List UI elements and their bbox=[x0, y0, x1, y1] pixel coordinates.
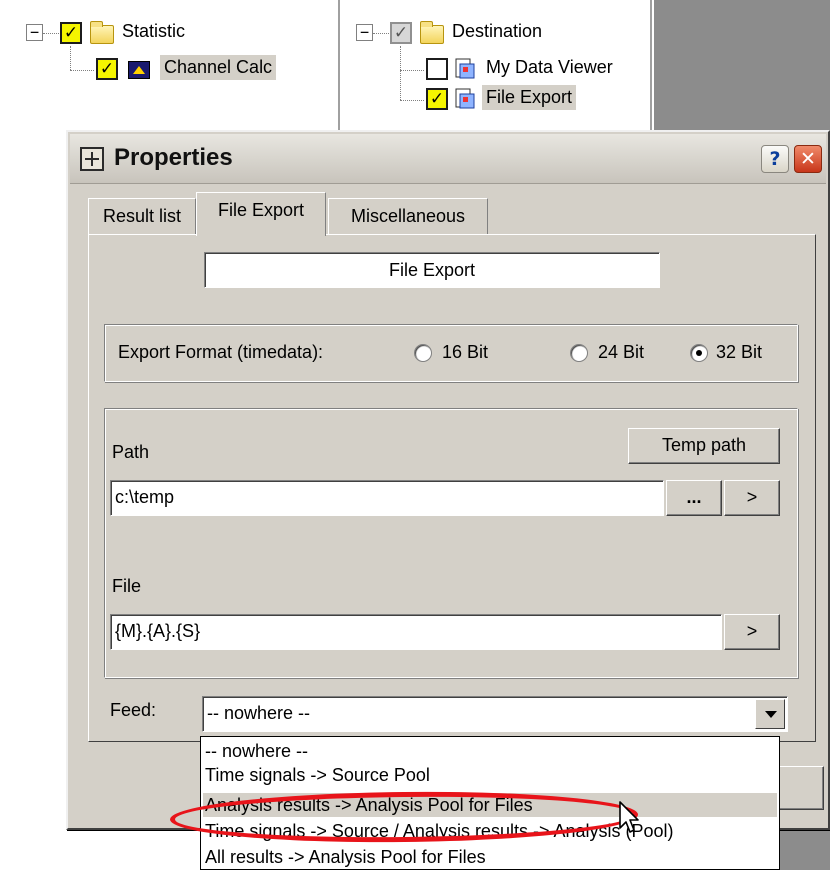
properties-icon bbox=[80, 147, 104, 171]
data-viewer-icon bbox=[455, 58, 475, 79]
radio-32-bit-label[interactable]: 32 Bit bbox=[716, 342, 762, 363]
tab-file-export[interactable]: File Export bbox=[196, 192, 326, 236]
feed-option[interactable]: -- nowhere -- bbox=[203, 739, 777, 763]
file-input[interactable]: {M}.{A}.{S} bbox=[110, 614, 722, 650]
radio-24-bit[interactable] bbox=[570, 344, 588, 362]
tree-connector bbox=[43, 33, 59, 34]
mouse-pointer-icon bbox=[619, 801, 639, 833]
radio-32-bit[interactable] bbox=[690, 344, 708, 362]
radio-16-bit[interactable] bbox=[414, 344, 432, 362]
destination-checkbox[interactable]: ✓ bbox=[390, 22, 412, 44]
tree-connector bbox=[373, 33, 389, 34]
tree-node-destination[interactable]: Destination bbox=[448, 19, 546, 44]
path-label: Path bbox=[112, 442, 150, 462]
statistic-checkbox[interactable]: ✓ bbox=[60, 22, 82, 44]
radio-16-bit-label[interactable]: 16 Bit bbox=[442, 342, 488, 363]
folder-icon bbox=[420, 21, 444, 44]
chevron-down-icon[interactable] bbox=[755, 699, 785, 729]
file-export-checkbox[interactable]: ✓ bbox=[426, 88, 448, 110]
radio-24-bit-label[interactable]: 24 Bit bbox=[598, 342, 644, 363]
tree-node-channel-calc[interactable]: Channel Calc bbox=[160, 55, 277, 80]
temp-path-button[interactable]: Temp path bbox=[628, 428, 780, 464]
tree-node-file-export[interactable]: File Export bbox=[482, 85, 577, 110]
browse-path-button[interactable]: ... bbox=[666, 480, 722, 516]
tab-result-list[interactable]: Result list bbox=[88, 198, 196, 236]
file-export-icon bbox=[455, 88, 475, 109]
channel-calc-icon bbox=[128, 61, 150, 79]
tree-connector bbox=[70, 70, 94, 71]
file-label: File bbox=[112, 576, 142, 596]
feed-label: Feed: bbox=[110, 700, 157, 720]
dialog-titlebar[interactable]: Properties ? ✕ bbox=[70, 134, 826, 184]
properties-dialog: Properties ? ✕ Result list File Export M… bbox=[66, 130, 830, 830]
feed-option[interactable]: All results -> Analysis Pool for Files bbox=[203, 845, 777, 869]
feed-option[interactable]: Time signals -> Source Pool bbox=[203, 763, 777, 787]
tree-connector bbox=[400, 100, 424, 101]
channel-calc-checkbox[interactable]: ✓ bbox=[96, 58, 118, 80]
dialog-title: Properties bbox=[114, 144, 233, 171]
export-format-label: Export Format (timedata): bbox=[118, 342, 324, 362]
tab-miscellaneous[interactable]: Miscellaneous bbox=[328, 198, 488, 236]
path-input[interactable]: c:\temp bbox=[110, 480, 664, 516]
collapse-icon[interactable]: − bbox=[356, 24, 373, 41]
tree-connector bbox=[400, 46, 401, 100]
tree-connector bbox=[70, 46, 71, 70]
file-arrow-button[interactable]: > bbox=[724, 614, 780, 650]
feed-combobox[interactable]: -- nowhere -- bbox=[202, 696, 788, 732]
close-button[interactable]: ✕ bbox=[794, 145, 822, 173]
feed-selected-value: -- nowhere -- bbox=[207, 703, 311, 723]
folder-icon bbox=[90, 21, 114, 44]
collapse-icon[interactable]: − bbox=[26, 24, 43, 41]
tree-node-statistic[interactable]: Statistic bbox=[118, 19, 189, 44]
tree-node-my-data-viewer[interactable]: My Data Viewer bbox=[482, 55, 617, 80]
my-data-viewer-checkbox[interactable] bbox=[426, 58, 448, 80]
path-arrow-button[interactable]: > bbox=[724, 480, 780, 516]
help-button[interactable]: ? bbox=[761, 145, 789, 173]
export-name-field[interactable]: File Export bbox=[204, 252, 660, 288]
tree-connector bbox=[400, 70, 424, 71]
